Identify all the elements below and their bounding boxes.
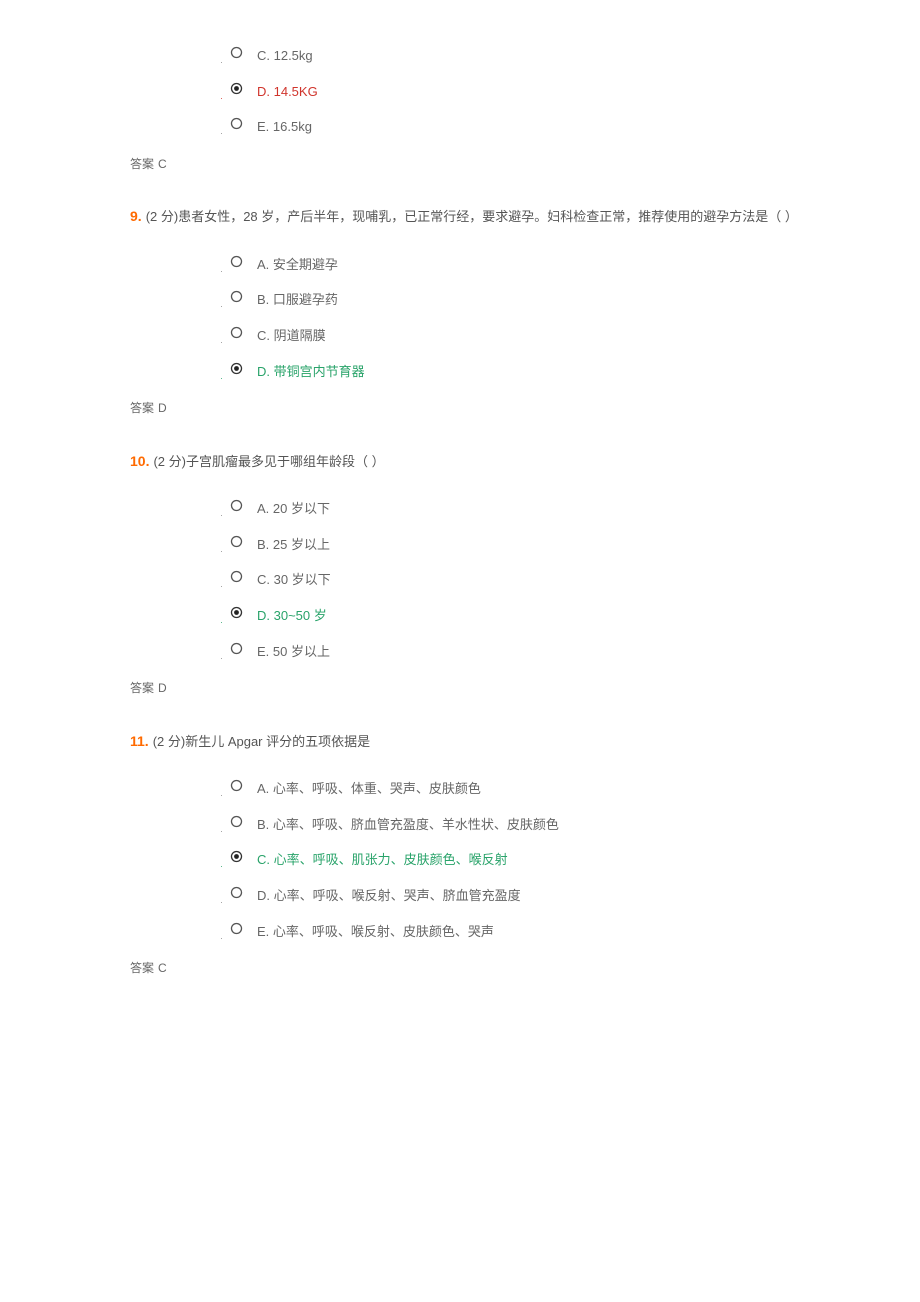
options-list: A. 心率、呼吸、体重、哭声、皮肤颜色 B. 心率、呼吸、脐血管充盈度、羊水性状、… (130, 773, 860, 951)
option-item[interactable]: E. 16.5kg (230, 111, 860, 147)
answer-value: D (158, 401, 167, 415)
answer-word: 答案 (130, 401, 154, 415)
radio-selected-icon (230, 82, 243, 95)
radio-unselected-icon (230, 46, 243, 59)
answer-word: 答案 (130, 681, 154, 695)
answer-value: C (158, 961, 167, 975)
radio-unselected-icon (230, 922, 243, 935)
radio-unselected-icon (230, 779, 243, 792)
radio-selected-icon (230, 362, 243, 375)
option-item[interactable]: A. 心率、呼吸、体重、哭声、皮肤颜色 (230, 773, 860, 809)
option-item[interactable]: D. 心率、呼吸、喉反射、哭声、脐血管充盈度 (230, 880, 860, 916)
option-item[interactable]: A. 安全期避孕 (230, 249, 860, 285)
radio-unselected-icon (230, 290, 243, 303)
options-list: A. 20 岁以下 B. 25 岁以上 C. 30 岁以下 D. 30~50 岁 E. … (130, 493, 860, 671)
option-label: A. 安全期避孕 (257, 255, 338, 276)
radio-unselected-icon (230, 815, 243, 828)
answer-line: 答案 C (130, 959, 860, 978)
option-label: D. 带铜宫内节育器 (257, 362, 365, 383)
option-label: D. 心率、呼吸、喉反射、哭声、脐血管充盈度 (257, 886, 521, 907)
option-item[interactable]: E. 心率、呼吸、喉反射、皮肤颜色、哭声 (230, 916, 860, 952)
radio-selected-icon (230, 606, 243, 619)
question-body: (2 分)患者女性，28 岁，产后半年，现哺乳，已正常行经，要求避孕。妇科检查正… (146, 209, 798, 224)
question-text: 11. (2 分)新生儿 Apgar 评分的五项依据是 (130, 723, 860, 759)
radio-selected-icon (230, 850, 243, 863)
option-label: E. 心率、呼吸、喉反射、皮肤颜色、哭声 (257, 922, 494, 943)
option-label: C. 心率、呼吸、肌张力、皮肤颜色、喉反射 (257, 850, 508, 871)
option-label: A. 20 岁以下 (257, 499, 330, 520)
option-item[interactable]: A. 20 岁以下 (230, 493, 860, 529)
option-label: E. 16.5kg (257, 117, 312, 138)
answer-line: 答案 D (130, 679, 860, 698)
radio-unselected-icon (230, 326, 243, 339)
options-list: A. 安全期避孕 B. 口服避孕药 C. 阴道隔膜 D. 带铜宫内节育器 (130, 249, 860, 392)
answer-line: 答案 D (130, 399, 860, 418)
radio-unselected-icon (230, 117, 243, 130)
radio-unselected-icon (230, 642, 243, 655)
option-label: C. 30 岁以下 (257, 570, 331, 591)
question-number: 10. (130, 453, 149, 469)
option-item[interactable]: C. 心率、呼吸、肌张力、皮肤颜色、喉反射 (230, 844, 860, 880)
option-item[interactable]: B. 25 岁以上 (230, 529, 860, 565)
option-item[interactable]: C. 阴道隔膜 (230, 320, 860, 356)
option-item[interactable]: D. 带铜宫内节育器 (230, 356, 860, 392)
question-body: (2 分)新生儿 Apgar 评分的五项依据是 (153, 734, 370, 749)
answer-value: C (158, 157, 167, 171)
answer-word: 答案 (130, 157, 154, 171)
option-label: B. 25 岁以上 (257, 535, 330, 556)
answer-word: 答案 (130, 961, 154, 975)
question-text: 10. (2 分)子宫肌瘤最多见于哪组年龄段（ ） (130, 443, 860, 479)
option-label: E. 50 岁以上 (257, 642, 330, 663)
radio-unselected-icon (230, 535, 243, 548)
option-item[interactable]: E. 50 岁以上 (230, 636, 860, 672)
question-number: 11. (130, 733, 149, 749)
option-label: A. 心率、呼吸、体重、哭声、皮肤颜色 (257, 779, 481, 800)
options-list: C. 12.5kg D. 14.5KG E. 16.5kg (130, 40, 860, 147)
answer-line: 答案 C (130, 155, 860, 174)
option-item[interactable]: B. 心率、呼吸、脐血管充盈度、羊水性状、皮肤颜色 (230, 809, 860, 845)
option-label: C. 12.5kg (257, 46, 313, 67)
option-label: D. 14.5KG (257, 82, 318, 103)
question-number: 9. (130, 208, 142, 224)
question-body: (2 分)子宫肌瘤最多见于哪组年龄段（ ） (153, 454, 384, 469)
option-item[interactable]: D. 14.5KG (230, 76, 860, 112)
option-label: D. 30~50 岁 (257, 606, 327, 627)
option-item[interactable]: B. 口服避孕药 (230, 284, 860, 320)
radio-unselected-icon (230, 255, 243, 268)
option-item[interactable]: C. 30 岁以下 (230, 564, 860, 600)
option-label: C. 阴道隔膜 (257, 326, 326, 347)
radio-unselected-icon (230, 886, 243, 899)
radio-unselected-icon (230, 499, 243, 512)
option-item[interactable]: D. 30~50 岁 (230, 600, 860, 636)
option-label: B. 口服避孕药 (257, 290, 338, 311)
option-item[interactable]: C. 12.5kg (230, 40, 860, 76)
question-text: 9. (2 分)患者女性，28 岁，产后半年，现哺乳，已正常行经，要求避孕。妇科检… (130, 198, 860, 234)
radio-unselected-icon (230, 570, 243, 583)
option-label: B. 心率、呼吸、脐血管充盈度、羊水性状、皮肤颜色 (257, 815, 559, 836)
quiz-content: C. 12.5kg D. 14.5KG E. 16.5kg 答案 C 9. (2 分)患者女… (0, 40, 920, 979)
answer-value: D (158, 681, 167, 695)
